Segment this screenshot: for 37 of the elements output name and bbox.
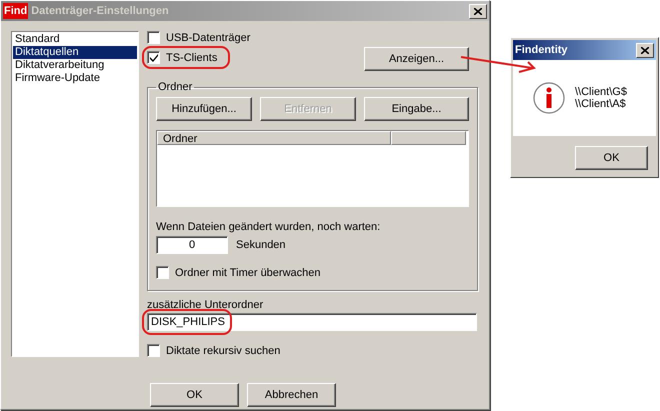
checkbox[interactable] [156, 266, 169, 279]
category-item[interactable]: Firmware-Update [13, 72, 137, 85]
message-text: \\Client\G$ [575, 86, 627, 98]
category-item[interactable]: Standard [13, 33, 137, 46]
info-icon [533, 82, 565, 114]
dialog-button[interactable]: OK [150, 383, 239, 407]
column-header[interactable] [391, 131, 466, 145]
checkbox-label: USB-Datenträger [166, 32, 250, 44]
app-badge: Find [3, 3, 28, 19]
close-icon [641, 46, 649, 54]
column-header[interactable]: Ordner [157, 131, 391, 145]
checkbox-label: Ordner mit Timer überwachen [175, 266, 320, 278]
category-item[interactable]: Diktatverarbeitung [13, 59, 137, 72]
checkbox[interactable] [147, 31, 160, 44]
category-item[interactable]: Diktatquellen [13, 46, 137, 59]
group-title: Ordner [157, 81, 194, 93]
window-title: Datenträger-Einstellungen [31, 5, 170, 17]
subfolder-field[interactable]: DISK_PHILIPS [147, 313, 477, 331]
unit-label: Sekunden [236, 239, 286, 251]
checkbox-label: TS-Clients [166, 52, 218, 64]
subfolder-label: zusätzliche Unterordner [147, 299, 264, 311]
checkbox[interactable] [147, 344, 160, 357]
close-button[interactable] [469, 4, 487, 18]
checkmark-icon [150, 54, 158, 62]
checkbox-label: Diktate rekursiv suchen [166, 344, 280, 356]
message-text: \\Client\A$ [575, 98, 627, 110]
window-title: Findentity [515, 44, 569, 56]
close-icon [474, 8, 482, 14]
close-button[interactable] [636, 42, 654, 58]
wait-label: Wenn Dateien geändert wurden, noch warten: [156, 221, 382, 233]
checkbox[interactable] [147, 51, 160, 64]
show-button[interactable]: Anzeigen... [364, 47, 469, 71]
ok-button[interactable]: OK [575, 146, 648, 170]
folder-button[interactable]: Eingabe... [364, 97, 469, 121]
seconds-field[interactable]: 0 [156, 236, 228, 254]
dialog-button[interactable]: Abbrechen [247, 383, 336, 407]
folder-button[interactable]: Hinzufügen... [156, 97, 252, 121]
